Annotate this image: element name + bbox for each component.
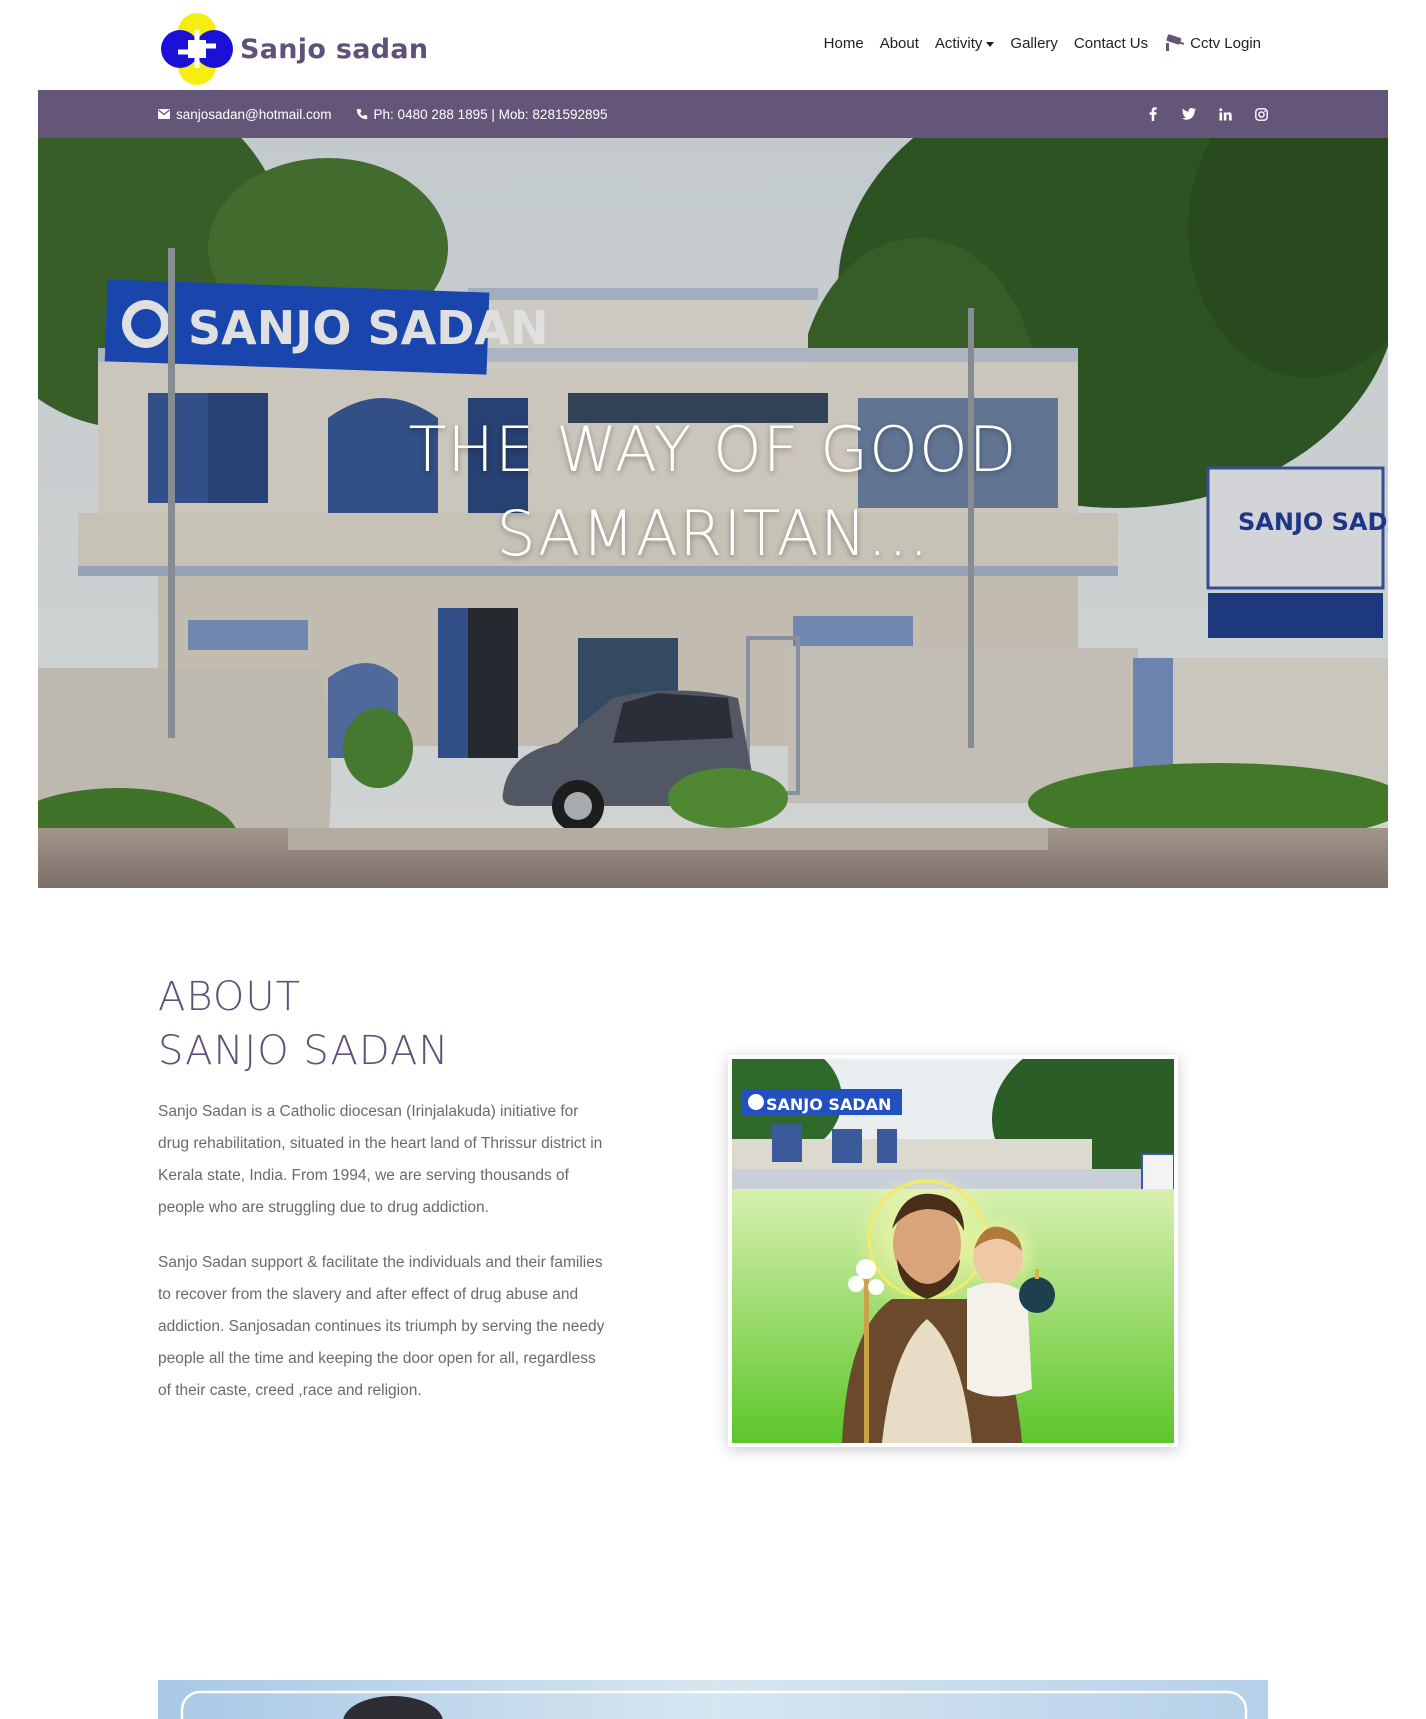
hero-banner: SANJO SADAN SANJO SADAN bbox=[38, 138, 1388, 888]
about-heading: ABOUT SANJO SADAN bbox=[158, 970, 449, 1078]
brand-logo[interactable]: Sanjo sadan bbox=[158, 10, 428, 88]
phone-info[interactable]: Ph: 0480 288 1895 | Mob: 8281592895 bbox=[356, 107, 608, 122]
hero-title-line2: SAMARITAN... bbox=[496, 497, 930, 570]
chevron-down-icon bbox=[986, 41, 995, 47]
about-text: Sanjo Sadan is a Catholic diocesan (Irin… bbox=[158, 1096, 608, 1430]
cctv-camera-icon bbox=[1166, 34, 1185, 51]
instagram-icon[interactable] bbox=[1254, 107, 1268, 121]
twitter-icon[interactable] bbox=[1182, 107, 1196, 121]
facebook-icon[interactable] bbox=[1146, 107, 1160, 121]
nav-cctv-label: Cctv Login bbox=[1190, 34, 1261, 52]
nav-gallery[interactable]: Gallery bbox=[1010, 35, 1058, 52]
hero-title: THE WAY OF GOOD SAMARITAN... bbox=[38, 408, 1388, 576]
logo-icon bbox=[158, 10, 236, 88]
nav-activity[interactable]: Activity bbox=[935, 35, 995, 52]
about-heading-line1: ABOUT bbox=[158, 974, 302, 1020]
about-paragraph-1: Sanjo Sadan is a Catholic diocesan (Irin… bbox=[158, 1103, 603, 1216]
about-heading-line2: SANJO SADAN bbox=[158, 1028, 450, 1074]
phone-text: Ph: 0480 288 1895 | Mob: 8281592895 bbox=[373, 106, 608, 122]
email-info[interactable]: sanjosadan@hotmail.com bbox=[158, 107, 332, 122]
contact-info: sanjosadan@hotmail.com Ph: 0480 288 1895… bbox=[158, 90, 608, 138]
saint-joseph-image: SANJO SADAN bbox=[702, 1029, 1232, 1443]
hero-title-line1: THE WAY OF GOOD bbox=[408, 413, 1018, 486]
nav-contact[interactable]: Contact Us bbox=[1074, 35, 1148, 52]
photo-sign-text: SANJO SADAN bbox=[766, 1095, 891, 1114]
brand-name: Sanjo sadan bbox=[240, 33, 429, 65]
email-text: sanjosadan@hotmail.com bbox=[176, 106, 332, 122]
mail-icon bbox=[158, 109, 170, 119]
banner-sky-image bbox=[158, 1680, 1268, 1719]
linkedin-icon[interactable] bbox=[1218, 107, 1232, 121]
social-links bbox=[1146, 90, 1268, 138]
phone-icon bbox=[356, 109, 367, 120]
about-paragraph-2: Sanjo Sadan support & facilitate the ind… bbox=[158, 1254, 605, 1399]
nav-cctv-login[interactable]: Cctv Login bbox=[1164, 34, 1261, 52]
contact-bar: sanjosadan@hotmail.com Ph: 0480 288 1895… bbox=[38, 90, 1388, 138]
testimonial-banner bbox=[158, 1680, 1268, 1719]
nav-home[interactable]: Home bbox=[824, 35, 864, 52]
about-photo: SANJO SADAN bbox=[702, 1029, 1232, 1447]
site-header: Sanjo sadan Home About Activity Gallery … bbox=[0, 0, 1426, 90]
main-nav: Home About Activity Gallery Contact Us C… bbox=[824, 34, 1261, 52]
nav-activity-label: Activity bbox=[934, 34, 983, 52]
nav-about[interactable]: About bbox=[880, 35, 919, 52]
